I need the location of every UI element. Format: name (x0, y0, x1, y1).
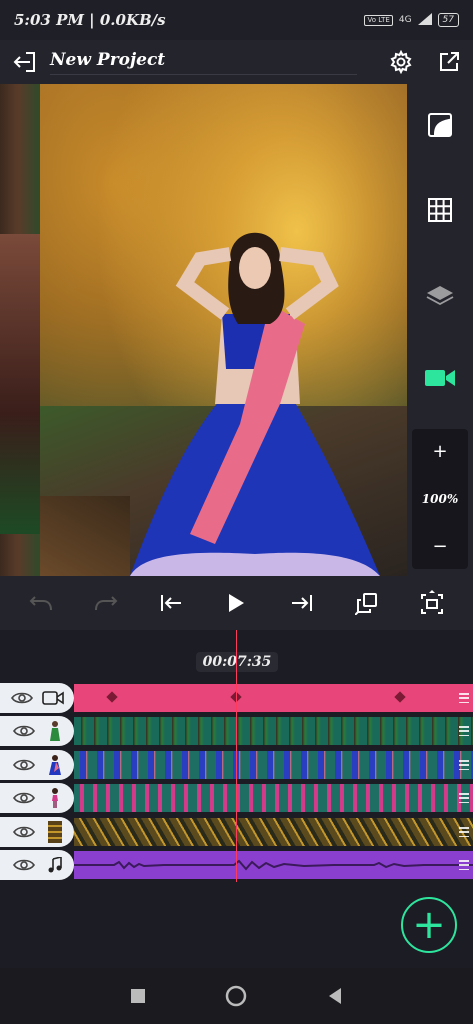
aspect-ratio-button[interactable] (407, 112, 473, 138)
grid-button[interactable] (407, 197, 473, 223)
image-clip[interactable] (74, 717, 473, 745)
woman-green-thumbnail-icon (50, 721, 60, 741)
eye-icon[interactable] (13, 724, 35, 738)
play-button[interactable] (216, 593, 256, 613)
undo-button[interactable] (21, 594, 61, 612)
image-clip[interactable] (74, 751, 473, 779)
music-note-icon (48, 857, 62, 873)
grid-icon (428, 198, 452, 222)
skip-to-start-icon (161, 595, 182, 611)
duplicate-layer-icon (355, 593, 378, 615)
drag-handle[interactable] (459, 793, 469, 803)
track-header (0, 683, 74, 713)
keyframe-marker[interactable] (394, 691, 406, 703)
keyframe-marker[interactable] (106, 691, 118, 703)
woman-blue-thumbnail-icon (48, 755, 61, 775)
top-bar: New Project (0, 40, 473, 84)
aspect-ratio-icon (428, 113, 452, 137)
video-camera-icon (41, 691, 64, 705)
image-clip[interactable] (74, 784, 473, 812)
recent-apps-icon[interactable] (130, 988, 146, 1004)
video-preview[interactable] (0, 84, 407, 576)
duplicate-button[interactable] (347, 591, 387, 615)
eye-icon[interactable] (12, 858, 35, 872)
layers-button[interactable] (407, 284, 473, 306)
woman-figure-image (130, 232, 380, 576)
drag-handle[interactable] (459, 726, 469, 736)
background-photo-left (0, 84, 40, 576)
app-root: 5:03 PM | 0.0KB/s Vo LTE 4G 57 New Proje… (0, 0, 473, 1024)
playback-controls (0, 576, 473, 630)
timecode-display: 00:07:35 (196, 652, 278, 672)
image-clip[interactable] (74, 818, 473, 846)
add-media-button[interactable]: + (401, 897, 457, 953)
play-icon (229, 594, 245, 612)
skip-to-end-icon (291, 595, 312, 611)
texture-thumbnail-icon (47, 821, 62, 843)
undo-icon (29, 596, 52, 611)
eye-icon[interactable] (10, 691, 33, 705)
battery-icon: 57 (437, 13, 459, 27)
status-icons: Vo LTE 4G 57 (364, 12, 459, 28)
jump-to-start-button[interactable] (151, 593, 191, 613)
right-toolbar: + 100% − (407, 84, 473, 576)
layers-icon (426, 286, 454, 306)
woman-pink-thumbnail-icon (52, 788, 58, 808)
redo-icon (94, 596, 118, 611)
video-camera-icon (425, 370, 455, 386)
system-nav-bar (0, 968, 473, 1024)
camera-button[interactable] (407, 367, 473, 389)
settings-button[interactable] (377, 50, 425, 74)
track-header (0, 850, 74, 880)
photo-railing (40, 496, 130, 576)
drag-handle[interactable] (459, 760, 469, 770)
exit-icon (13, 52, 35, 72)
signal-icon (417, 12, 432, 28)
back-icon[interactable] (327, 987, 343, 1005)
audio-waveform (74, 859, 473, 871)
video-clip[interactable] (74, 684, 473, 712)
jump-to-end-button[interactable] (282, 593, 322, 613)
export-button[interactable] (425, 50, 473, 74)
eye-icon[interactable] (13, 791, 35, 805)
status-time: 5:03 PM | 0.0KB/s (14, 11, 166, 29)
zoom-in-button[interactable]: + (432, 441, 447, 462)
track-header (0, 817, 74, 847)
track-header (0, 750, 74, 780)
eye-icon[interactable] (12, 825, 35, 839)
zoom-level: 100% (421, 492, 459, 506)
audio-clip[interactable] (74, 851, 473, 879)
exit-button[interactable] (0, 50, 50, 74)
drag-handle[interactable] (459, 693, 469, 703)
status-bar: 5:03 PM | 0.0KB/s Vo LTE 4G 57 (0, 0, 473, 40)
share-export-icon (440, 52, 459, 71)
redo-button[interactable] (86, 594, 126, 612)
project-title[interactable]: New Project (50, 50, 357, 75)
preview-photo (40, 84, 407, 576)
home-icon[interactable] (225, 985, 247, 1007)
zoom-out-button[interactable]: − (432, 536, 447, 557)
fit-screen-button[interactable] (412, 589, 452, 617)
network-type: 4G (398, 15, 412, 25)
volte-badge: Vo LTE (364, 14, 393, 26)
zoom-control: + 100% − (412, 429, 468, 569)
fit-screen-icon (421, 590, 444, 614)
gear-icon (390, 50, 412, 74)
eye-icon[interactable] (12, 758, 35, 772)
drag-handle[interactable] (459, 827, 469, 837)
drag-handle[interactable] (459, 860, 469, 870)
track-header (0, 783, 74, 813)
track-header (0, 716, 74, 746)
playhead[interactable] (236, 630, 237, 882)
